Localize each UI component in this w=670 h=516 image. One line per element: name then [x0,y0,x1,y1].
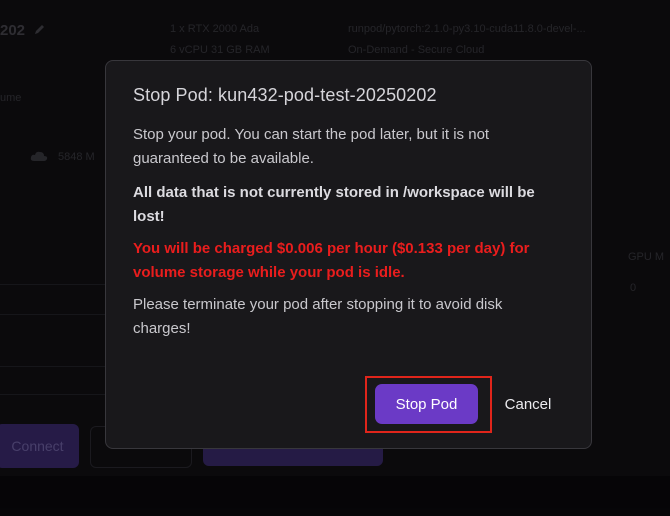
cancel-button[interactable]: Cancel [498,384,558,424]
dialog-title: Stop Pod: kun432-pod-test-20250202 [133,85,437,105]
stop-pod-button[interactable]: Stop Pod [375,384,478,424]
charge-warning: You will be charged $0.006 per hour ($0.… [133,240,530,281]
terminate-advice: Please terminate your pod after stopping… [133,296,503,337]
stop-pod-dialog: Stop Pod: kun432-pod-test-20250202 Stop … [105,60,592,449]
stop-info-text: Stop your pod. You can start the pod lat… [133,126,490,167]
data-loss-warning: All data that is not currently stored in… [133,184,535,225]
